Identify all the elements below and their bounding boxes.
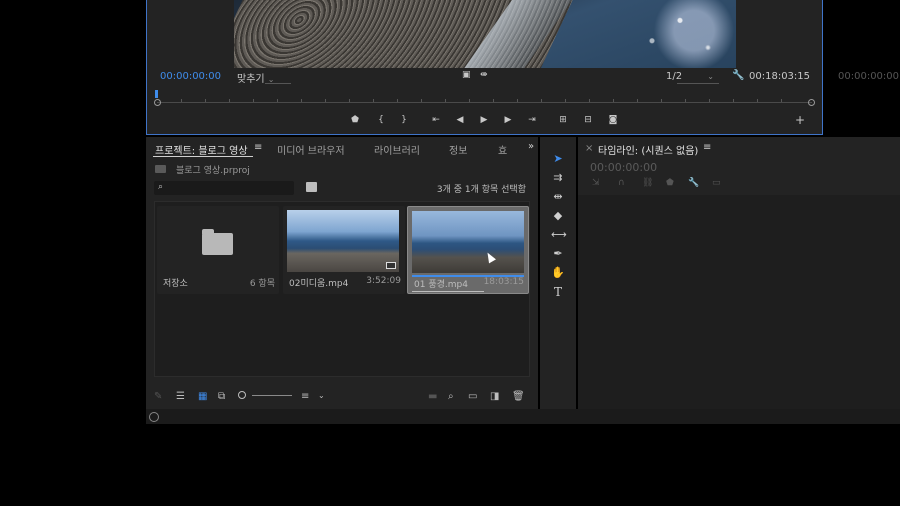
timeline-panel: × 타임라인: (시퀀스 없음) ≡ 00:00:00:00 ⇲ ∩ ⛓ ⬟ 🔧… (578, 137, 900, 409)
status-icon[interactable] (149, 412, 159, 422)
video-preview (234, 0, 736, 68)
hand-tool-icon[interactable]: ✋ (551, 266, 565, 280)
tab-info[interactable]: 정보 (449, 142, 467, 157)
track-select-tool-icon[interactable]: ⇉ (551, 171, 565, 185)
zoom-slider[interactable] (252, 395, 292, 396)
bin-item[interactable]: 저장소 6 항목 (157, 206, 279, 294)
step-back-icon[interactable]: ◀ (454, 114, 466, 126)
resolution-dropdown[interactable]: 1/2 ⌄ (666, 71, 714, 82)
wrench-icon[interactable]: 🔧 (688, 178, 699, 188)
ruler-start-handle[interactable] (154, 99, 161, 106)
item-name: 저장소 (163, 279, 188, 289)
project-file-icon (155, 165, 166, 173)
new-bin-from-search-icon[interactable] (306, 182, 317, 192)
source-timecode: 00:00:00:00 (838, 71, 900, 82)
playhead-timecode[interactable]: 00:00:00:00 (160, 71, 221, 82)
program-monitor: 00:00:00:00 맞추기 ⌄ ▣ ⇼ 1/2 ⌄ 🔧 00:18:03:1… (146, 0, 823, 135)
clip-type-icon (386, 262, 396, 269)
add-button-icon[interactable]: + (794, 114, 806, 126)
search-icon: ⌕ (158, 182, 164, 192)
clip-scrub-bar[interactable] (412, 291, 484, 292)
tab-project[interactable]: 프로젝트: 블로그 영상 (155, 142, 248, 157)
item-meta: 18:03:15 (483, 277, 524, 287)
nest-icon[interactable]: ⇲ (592, 178, 600, 188)
step-forward-icon[interactable]: ▶ (502, 114, 514, 126)
project-tabs: 프로젝트: 블로그 영상 ≡ 미디어 브라우저 라이브러리 정보 효 » (146, 137, 538, 159)
duration-timecode: 00:18:03:15 (749, 71, 811, 82)
clip-item-selected[interactable]: 01 풍경.mp4 18:03:15 (407, 206, 529, 294)
go-to-out-icon[interactable]: ⇥ (526, 114, 538, 126)
clip-thumbnail (287, 210, 399, 272)
find-icon[interactable]: ⌕ (448, 391, 454, 402)
pencil-icon[interactable]: ✎ (154, 391, 162, 402)
play-icon[interactable]: ▶ (478, 114, 490, 126)
project-panel: 프로젝트: 블로그 영상 ≡ 미디어 브라우저 라이브러리 정보 효 » 블로그… (146, 137, 538, 409)
ruler-end-handle[interactable] (808, 99, 815, 106)
go-to-in-icon[interactable]: ⇤ (430, 114, 442, 126)
camera-icon[interactable]: ◙ (607, 114, 619, 126)
mark-out-icon[interactable]: } (398, 114, 410, 126)
snap-icon[interactable]: ∩ (618, 178, 625, 188)
settings-box-icon[interactable]: ▣ (462, 70, 471, 80)
selection-status: 3개 중 1개 항목 선택함 (436, 185, 526, 195)
clip-thumbnail (412, 211, 524, 273)
item-name: 02미디움.mp4 (289, 279, 349, 289)
timeline-timecode[interactable]: 00:00:00:00 (590, 161, 657, 174)
chevron-down-icon: ⌄ (707, 72, 714, 81)
add-marker-icon[interactable]: ⬟ (349, 114, 361, 126)
new-bin-icon[interactable]: ▭ (468, 391, 477, 402)
selection-tool-icon[interactable]: ➤ (551, 152, 565, 166)
tab-overflow-icon[interactable]: » (528, 141, 534, 152)
linked-selection-icon[interactable]: ⛓ (642, 178, 653, 188)
timeline-title[interactable]: 타임라인: (시퀀스 없음) (598, 142, 698, 157)
tools-panel: ➤ ⇉ ⇹ ◆ ⟷ ✒ ✋ T (540, 137, 576, 409)
item-meta: 6 항목 (249, 279, 275, 289)
type-tool-icon[interactable]: T (551, 285, 565, 299)
chevron-down-icon[interactable]: ⌄ (318, 391, 325, 400)
icon-view-icon[interactable]: ▦ (198, 391, 207, 402)
freeform-view-icon[interactable]: ⧉ (218, 391, 225, 402)
fit-label: 맞추기 (237, 74, 265, 85)
timeline-track-area[interactable] (578, 195, 900, 409)
tab-libraries[interactable]: 라이브러리 (374, 142, 420, 157)
compare-icon[interactable]: ⇼ (480, 70, 488, 80)
overwrite-icon[interactable]: ⊟ (582, 114, 594, 126)
mark-in-icon[interactable]: { (375, 114, 387, 126)
clip-item[interactable]: 02미디움.mp4 3:52:09 (283, 206, 405, 294)
sort-icon[interactable]: ≡ (301, 391, 309, 402)
project-file-name: 블로그 영상.prproj (176, 166, 250, 176)
insert-icon[interactable]: ⊞ (557, 114, 569, 126)
search-input[interactable]: ⌕ (154, 181, 294, 195)
automate-sequence-icon[interactable]: ▬ (428, 391, 437, 402)
wrench-icon[interactable]: 🔧 (732, 70, 744, 81)
slip-tool-icon[interactable]: ⟷ (551, 228, 567, 242)
add-marker-icon[interactable]: ⬟ (666, 178, 674, 188)
item-name: 01 풍경.mp4 (414, 280, 468, 290)
resolution-label: 1/2 (666, 71, 683, 82)
ripple-edit-tool-icon[interactable]: ⇹ (551, 190, 565, 204)
captions-icon[interactable]: ▭ (712, 178, 721, 188)
tab-media-browser[interactable]: 미디어 브라우저 (277, 142, 345, 157)
project-items-grid: 저장소 6 항목 02미디움.mp4 3:52:09 01 풍경.mp4 18:… (154, 201, 530, 377)
panel-menu-icon[interactable]: ≡ (703, 142, 711, 153)
time-ruler[interactable] (154, 98, 815, 108)
folder-icon (202, 229, 233, 255)
new-item-icon[interactable]: ◨ (490, 391, 499, 402)
close-icon[interactable]: × (585, 143, 593, 154)
playhead-marker[interactable] (155, 90, 158, 98)
status-bar (146, 409, 900, 424)
panel-menu-icon[interactable]: ≡ (254, 142, 262, 153)
tab-effects[interactable]: 효 (498, 142, 507, 157)
zoom-slider-handle[interactable] (238, 391, 246, 399)
trash-icon[interactable]: 🗑 (512, 391, 525, 402)
razor-tool-icon[interactable]: ◆ (551, 209, 565, 223)
item-meta: 3:52:09 (366, 276, 401, 286)
pen-tool-icon[interactable]: ✒ (551, 247, 565, 261)
list-view-icon[interactable]: ☰ (176, 391, 185, 402)
